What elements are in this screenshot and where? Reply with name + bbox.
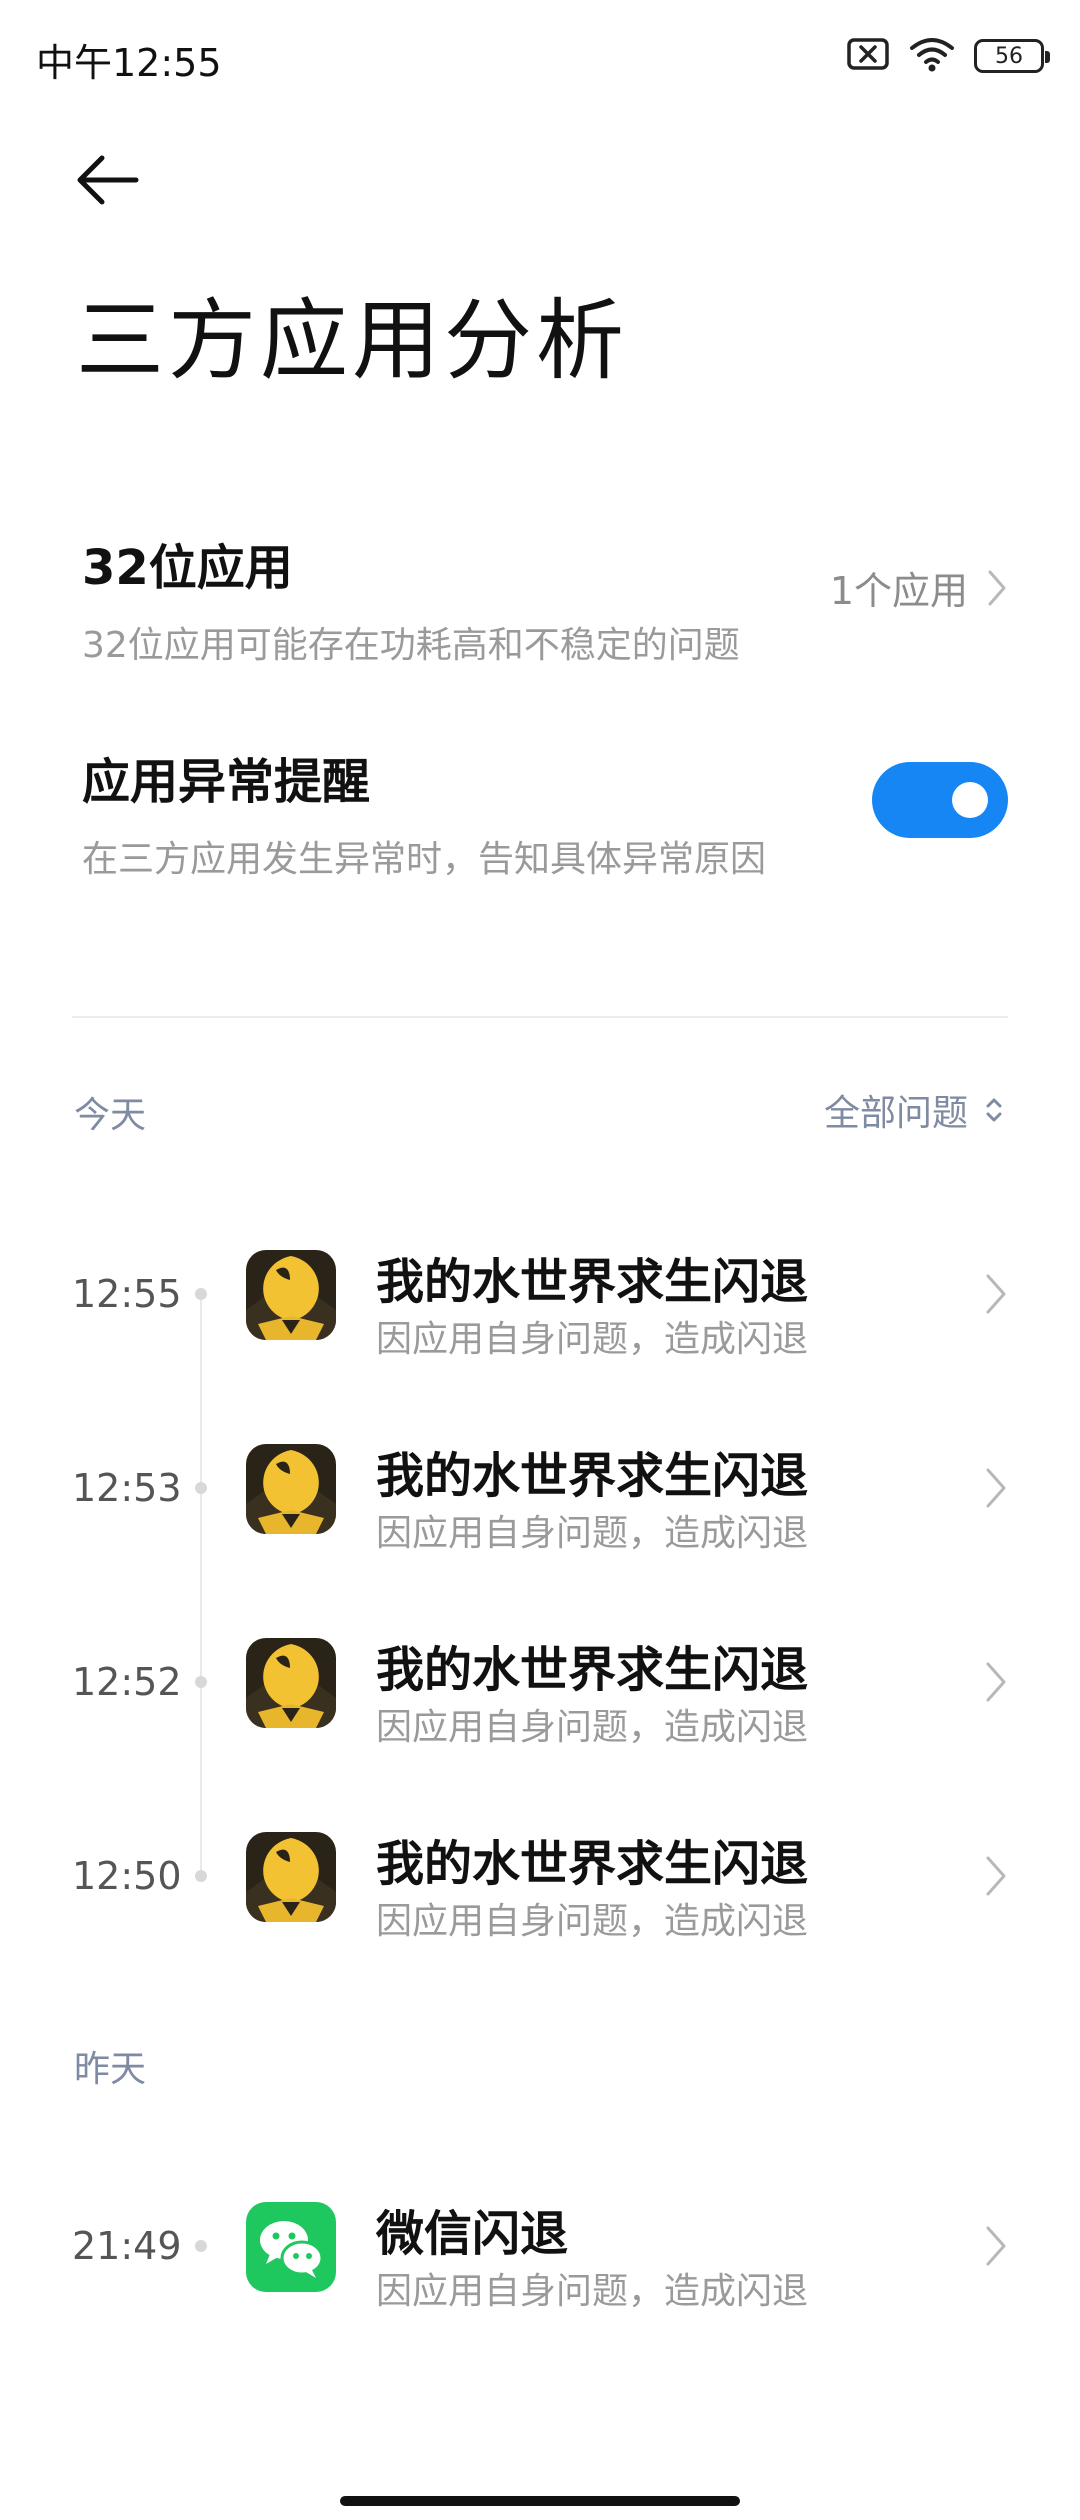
sort-chevrons-icon (986, 1098, 1002, 1122)
entry-time: 12:52 (72, 1660, 182, 1704)
crash-entry[interactable]: 12:53 我的水世界求生闪退 因应用自身问题，造成闪退 (0, 1418, 1080, 1558)
battery-level: 56 (995, 43, 1023, 69)
timeline-line (200, 1294, 202, 1876)
page-title: 三方应用分析 (76, 289, 629, 392)
entry-time: 12:50 (72, 1854, 182, 1898)
issue-filter-dropdown[interactable]: 全部问题 (824, 1084, 1004, 1136)
arrow-left-icon (77, 155, 139, 205)
entry-time: 21:49 (72, 2224, 182, 2268)
timeline-dot (195, 1870, 207, 1882)
chevron-right-icon (986, 1468, 1006, 1508)
toggle-knob (952, 782, 988, 818)
entry-title: 我的水世界求生闪退 (376, 1254, 809, 1310)
water-world-game-icon (246, 1638, 336, 1728)
section-label-today: 今天 (74, 1095, 147, 1136)
bit32-value: 1个应用 (829, 569, 968, 613)
timeline-dot (195, 1288, 207, 1300)
back-button[interactable] (72, 150, 142, 210)
chevron-right-icon (986, 2226, 1006, 2266)
divider (72, 1016, 1008, 1018)
entry-title: 我的水世界求生闪退 (376, 1448, 809, 1504)
home-indicator[interactable] (340, 2496, 740, 2506)
sim-disabled-icon (846, 37, 890, 75)
filter-label: 全部问题 (823, 1093, 968, 1134)
battery-icon: 56 (974, 39, 1050, 73)
water-world-game-icon (246, 1832, 336, 1922)
crash-entry[interactable]: 12:50 我的水世界求生闪退 因应用自身问题，造成闪退 (0, 1806, 1080, 1946)
timeline-dot (195, 1676, 207, 1688)
wechat-icon (246, 2202, 336, 2292)
entry-title: 我的水世界求生闪退 (376, 1836, 809, 1892)
water-world-game-icon (246, 1250, 336, 1340)
entry-title: 我的水世界求生闪退 (376, 1642, 809, 1698)
chevron-right-icon (986, 1856, 1006, 1896)
timeline-dot (195, 2240, 207, 2252)
app-alert-row: 应用异常提醒 在三方应用发生异常时，告知具体异常原因 (82, 742, 1008, 882)
entry-subtitle: 因应用自身问题，造成闪退 (376, 2271, 809, 2312)
entry-subtitle: 因应用自身问题，造成闪退 (376, 1707, 809, 1748)
crash-entry[interactable]: 21:49 微信闪退 因应用自身问题，造成闪退 (0, 2176, 1080, 2316)
timeline-dot (195, 1482, 207, 1494)
entry-subtitle: 因应用自身问题，造成闪退 (376, 1901, 809, 1942)
entry-subtitle: 因应用自身问题，造成闪退 (376, 1319, 809, 1360)
status-time: 中午12:55 (36, 41, 222, 85)
bit32-subtitle: 32位应用可能存在功耗高和不稳定的问题 (82, 625, 740, 666)
entry-subtitle: 因应用自身问题，造成闪退 (376, 1513, 809, 1554)
crash-entry[interactable]: 12:52 我的水世界求生闪退 因应用自身问题，造成闪退 (0, 1612, 1080, 1752)
app-alert-title: 应用异常提醒 (82, 754, 371, 810)
chevron-right-icon (986, 1274, 1006, 1314)
chevron-right-icon (986, 1662, 1006, 1702)
app-alert-subtitle: 在三方应用发生异常时，告知具体异常原因 (82, 839, 767, 880)
status-bar: 中午12:55 56 (0, 0, 1080, 110)
bit32-value-link[interactable]: 1个应用 (830, 560, 1008, 615)
app-alert-toggle[interactable] (872, 762, 1008, 838)
entry-time: 12:55 (72, 1272, 182, 1316)
wifi-icon (908, 36, 956, 76)
crash-entry[interactable]: 12:55 我的水世界求生闪退 因应用自身问题，造成闪退 (0, 1224, 1080, 1364)
entry-time: 12:53 (72, 1466, 182, 1510)
water-world-game-icon (246, 1444, 336, 1534)
status-icons: 56 (846, 36, 1050, 76)
section-label-yesterday: 昨天 (74, 2049, 147, 2090)
chevron-right-icon (988, 570, 1006, 605)
entry-title: 微信闪退 (376, 2206, 569, 2262)
